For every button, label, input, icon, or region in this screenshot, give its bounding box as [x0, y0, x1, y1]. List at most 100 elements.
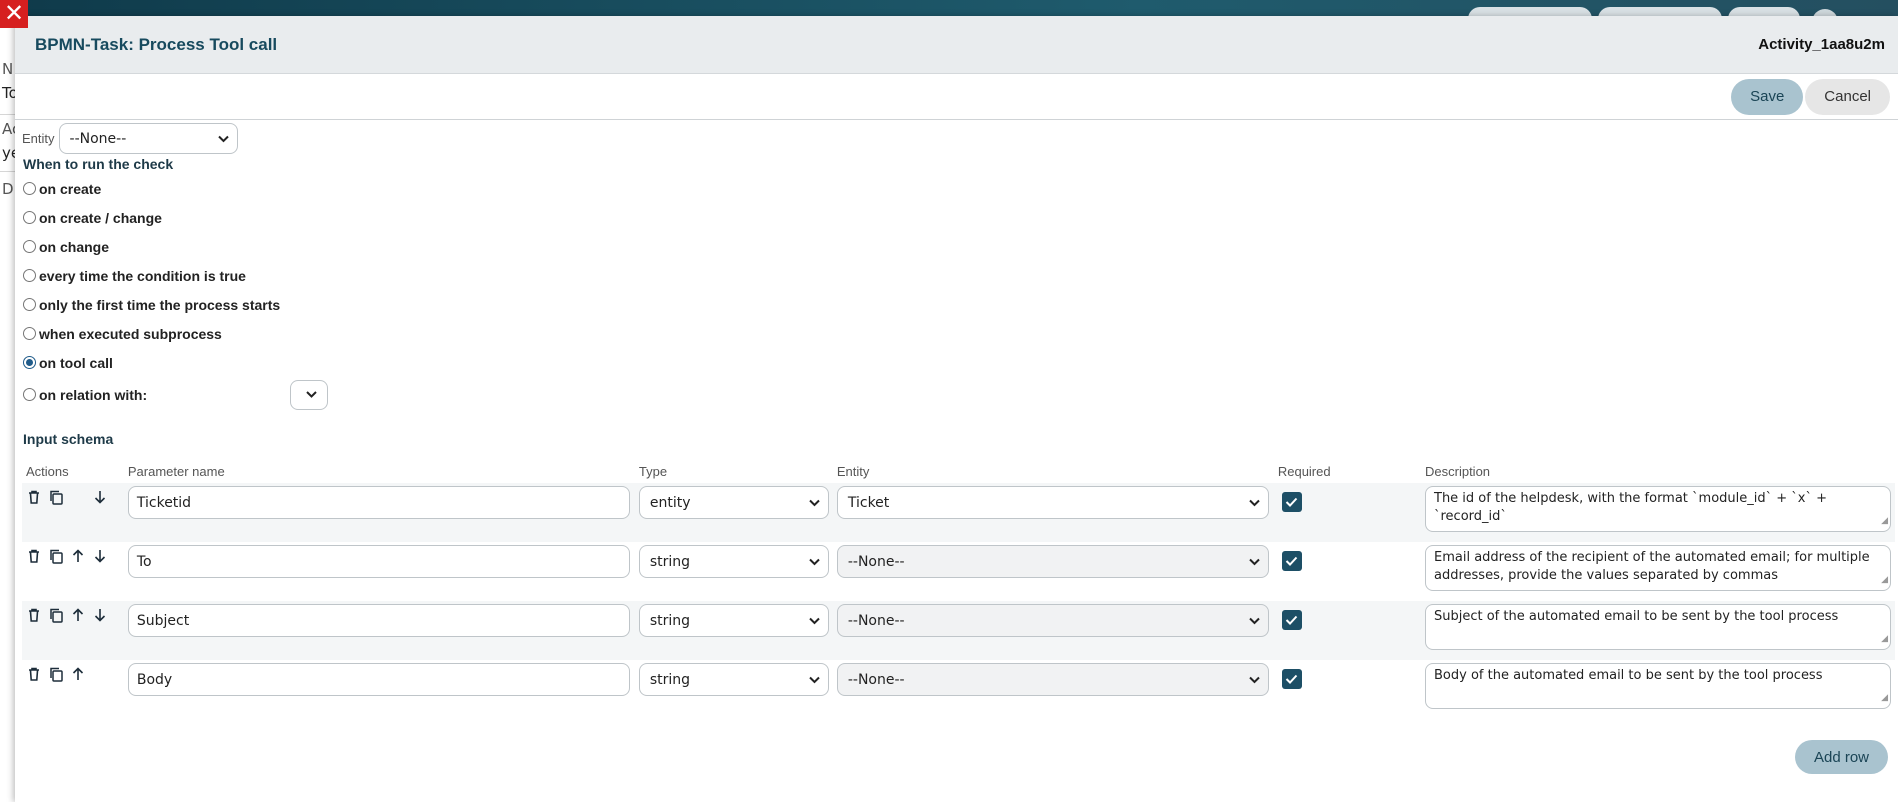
parameter-name-input[interactable]: To: [127, 545, 630, 578]
type-select-wrapper: string: [638, 604, 829, 637]
activity-id: Activity_1aa8u2m: [1758, 36, 1885, 53]
type-select[interactable]: entity: [638, 486, 829, 519]
description-text: Body of the automated email to be sent b…: [1434, 668, 1823, 683]
type-select-wrapper: entity: [638, 486, 829, 519]
radio-button[interactable]: [23, 327, 36, 340]
check-icon: [1286, 674, 1298, 684]
entity-select-wrapper: --None--: [58, 123, 238, 154]
cancel-button[interactable]: Cancel: [1805, 78, 1890, 115]
radio-button[interactable]: [23, 388, 36, 401]
radio-option[interactable]: on change: [22, 232, 1898, 261]
radio-label: on create: [39, 180, 102, 197]
type-select[interactable]: string: [638, 604, 829, 637]
row-actions: [22, 601, 124, 660]
add-row-button[interactable]: Add row: [1794, 740, 1888, 774]
row-entity-select[interactable]: Ticket: [836, 486, 1269, 519]
resize-handle-icon[interactable]: ◢: [1881, 512, 1888, 530]
resize-handle-icon[interactable]: ◢: [1881, 571, 1888, 589]
copy-icon[interactable]: [48, 548, 64, 564]
trash-icon[interactable]: [26, 548, 42, 564]
type-select[interactable]: string: [638, 545, 829, 578]
table-row: Ticketid entity Ticket The id of the hel…: [22, 483, 1895, 542]
column-header-description: Description: [1425, 463, 1491, 479]
radio-option[interactable]: only the first time the process starts: [22, 290, 1898, 319]
type-select[interactable]: string: [638, 663, 829, 696]
required-checkbox[interactable]: [1281, 669, 1302, 689]
radio-label: every time the condition is true: [39, 267, 246, 284]
entity-select-wrapper: --None--: [836, 663, 1269, 696]
parameter-name-input[interactable]: Body: [127, 663, 630, 696]
description-textarea[interactable]: Email address of the recipient of the au…: [1425, 545, 1891, 591]
parameter-name-input[interactable]: Subject: [127, 604, 630, 637]
modal-title: BPMN-Task: Process Tool call: [35, 34, 278, 54]
description-text: The id of the helpdesk, with the format …: [1434, 491, 1827, 524]
radio-option-relation[interactable]: on relation with:: [22, 377, 1898, 412]
row-entity-select[interactable]: --None--: [836, 604, 1269, 637]
parameter-name-input[interactable]: Ticketid: [127, 486, 630, 519]
radio-label: only the first time the process starts: [39, 296, 281, 313]
description-textarea[interactable]: Body of the automated email to be sent b…: [1425, 663, 1891, 709]
radio-button[interactable]: [23, 269, 36, 282]
radio-label: on relation with:: [39, 386, 148, 403]
column-header-type: Type: [638, 463, 668, 479]
radio-button[interactable]: [23, 211, 36, 224]
arrow-up-icon[interactable]: [70, 607, 86, 623]
description-text: Subject of the automated email to be sen…: [1434, 609, 1839, 624]
trash-icon[interactable]: [26, 666, 42, 682]
save-button[interactable]: Save: [1731, 78, 1804, 115]
close-icon[interactable]: ✕: [0, 0, 28, 28]
description-textarea[interactable]: Subject of the automated email to be sen…: [1425, 604, 1891, 650]
table-row: To string --None-- Email address of the …: [22, 542, 1895, 601]
radio-button[interactable]: [23, 298, 36, 311]
modal-toolbar: Save Cancel: [15, 74, 1898, 120]
background-divider: [0, 171, 15, 172]
copy-icon[interactable]: [48, 666, 64, 682]
when-to-run-options: on create on create / change on change e…: [22, 174, 1898, 412]
radio-label: when executed subprocess: [39, 325, 222, 342]
entity-row: Entity --None--: [22, 120, 1898, 157]
resize-handle-icon[interactable]: ◢: [1881, 630, 1888, 648]
radio-option[interactable]: every time the condition is true: [22, 261, 1898, 290]
modal-content: Entity --None-- When to run the check on…: [15, 120, 1898, 719]
copy-icon[interactable]: [48, 607, 64, 623]
row-entity-select[interactable]: --None--: [836, 545, 1269, 578]
required-checkbox[interactable]: [1281, 610, 1302, 630]
row-actions: [22, 660, 124, 719]
background-divider: [0, 114, 15, 115]
radio-button[interactable]: [23, 240, 36, 253]
entity-label: Entity: [22, 131, 55, 146]
radio-button-selected[interactable]: [23, 356, 36, 369]
radio-option[interactable]: on create / change: [22, 203, 1898, 232]
row-entity-select[interactable]: --None--: [836, 663, 1269, 696]
arrow-up-icon[interactable]: [70, 666, 86, 682]
table-row: Body string --None-- Body of the automat…: [22, 660, 1895, 719]
input-schema-title: Input schema: [23, 431, 114, 447]
arrow-down-icon[interactable]: [92, 489, 108, 505]
radio-option[interactable]: on tool call: [22, 348, 1898, 377]
background-fragment: D: [2, 180, 14, 198]
radio-option[interactable]: on create: [22, 174, 1898, 203]
required-checkbox[interactable]: [1281, 492, 1302, 512]
required-checkbox[interactable]: [1281, 551, 1302, 571]
arrow-down-icon[interactable]: [92, 607, 108, 623]
description-textarea[interactable]: The id of the helpdesk, with the format …: [1425, 486, 1891, 532]
input-schema-table: Actions Parameter name Type Entity Requi…: [22, 459, 1895, 719]
radio-button[interactable]: [23, 182, 36, 195]
entity-select[interactable]: --None--: [58, 123, 238, 154]
background-fragment: Ac: [2, 120, 15, 138]
description-text: Email address of the recipient of the au…: [1434, 550, 1870, 583]
arrow-down-icon[interactable]: [92, 548, 108, 564]
copy-icon[interactable]: [48, 489, 64, 505]
background-fragment: ye: [2, 144, 15, 162]
trash-icon[interactable]: [26, 489, 42, 505]
add-row-container: Add row: [1794, 740, 1888, 774]
row-actions: [22, 483, 124, 542]
entity-select-wrapper: Ticket: [836, 486, 1269, 519]
task-modal: BPMN-Task: Process Tool call Activity_1a…: [15, 16, 1898, 802]
relation-select[interactable]: [290, 379, 328, 410]
trash-icon[interactable]: [26, 607, 42, 623]
resize-handle-icon[interactable]: ◢: [1881, 689, 1888, 707]
arrow-up-icon[interactable]: [70, 548, 86, 564]
background-fragment: To: [2, 84, 15, 102]
radio-option[interactable]: when executed subprocess: [22, 319, 1898, 348]
